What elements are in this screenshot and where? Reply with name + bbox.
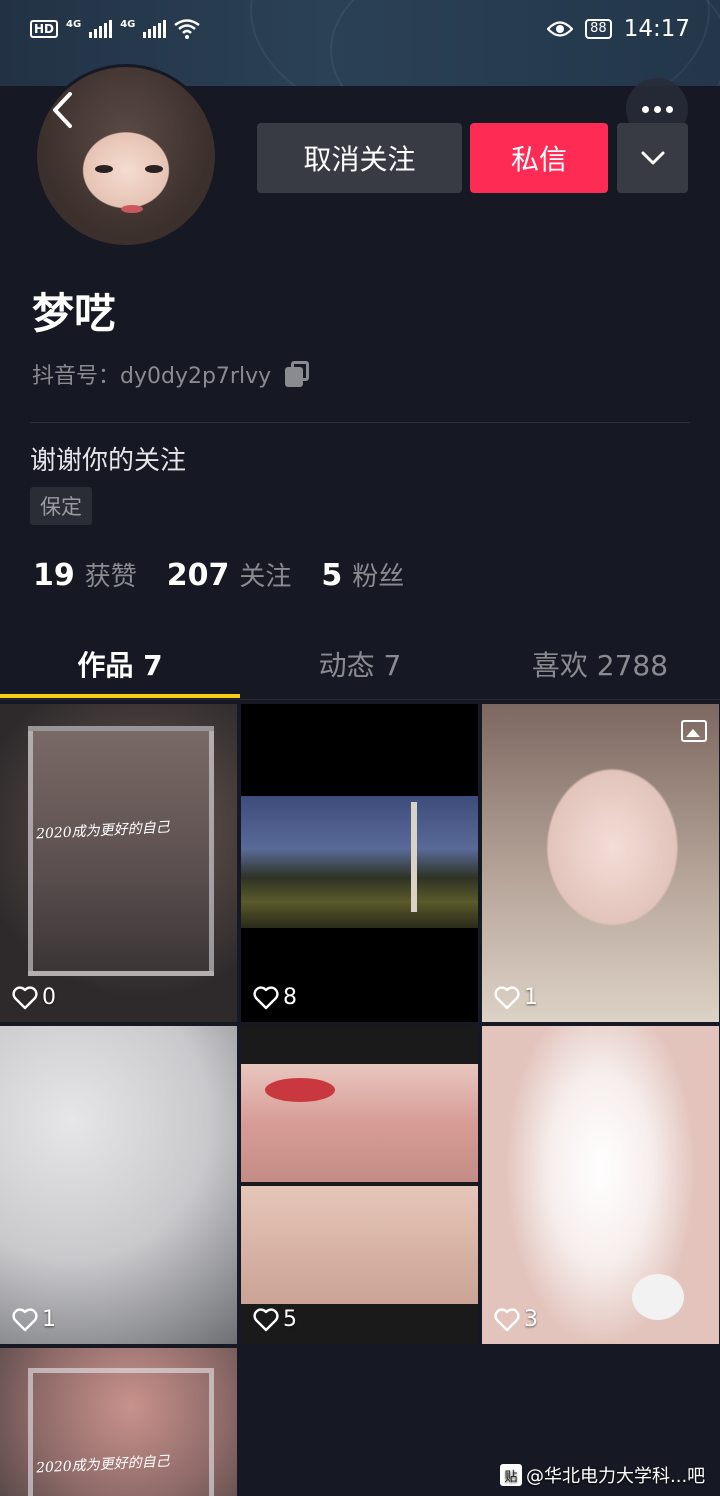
network-type-1: 4G — [66, 19, 82, 30]
video-thumbnail[interactable]: 1 — [0, 1026, 237, 1344]
watermark-text: @华北电力大学科...吧 — [526, 1466, 706, 1487]
like-count-value: 3 — [524, 1307, 538, 1332]
location-tag: 保定 — [30, 487, 92, 525]
tieba-logo-icon: 贴 — [500, 1464, 522, 1486]
status-bar: HD 4G 4G 88 14:17 — [0, 0, 720, 58]
clock: 14:17 — [623, 16, 690, 42]
dot-icon — [665, 105, 673, 113]
heart-outline-icon — [494, 985, 520, 1009]
photo-icon — [681, 720, 707, 742]
network-type-2: 4G — [120, 19, 136, 30]
like-count: 0 — [12, 985, 56, 1010]
stat-label: 粉丝 — [352, 562, 405, 592]
avatar-detail — [121, 205, 143, 213]
video-thumbnail[interactable]: 2020成为更好的自己 0 — [0, 704, 237, 1022]
douyin-id-text: 抖音号：dy0dy2p7rlvy — [32, 364, 272, 389]
stat-likes[interactable]: 19 获赞 — [33, 556, 137, 593]
unfollow-button[interactable]: 取消关注 — [257, 123, 462, 193]
content-tabs: 作品 7 动态 7 喜欢 2788 — [0, 628, 720, 700]
like-count: 1 — [494, 985, 538, 1010]
like-count: 8 — [253, 985, 297, 1010]
stat-followers[interactable]: 5 粉丝 — [321, 556, 404, 593]
tab-works[interactable]: 作品 7 — [0, 628, 240, 700]
signal-icon — [143, 20, 167, 38]
stat-following[interactable]: 207 关注 — [167, 556, 292, 593]
like-count-value: 8 — [283, 985, 297, 1010]
dot-icon — [641, 105, 649, 113]
mouse-sticker — [632, 1274, 684, 1320]
stat-number: 19 — [33, 558, 75, 593]
hd-badge: HD — [30, 20, 59, 38]
back-button[interactable] — [32, 80, 92, 140]
heart-outline-icon — [253, 1307, 279, 1331]
battery-indicator: 88 — [585, 19, 612, 39]
nickname: 梦呓 — [32, 289, 117, 338]
eye-icon — [547, 21, 574, 37]
avatar-detail — [95, 165, 113, 173]
stat-number: 5 — [321, 558, 343, 593]
street-lamp — [411, 802, 417, 912]
video-thumbnail[interactable]: 3 — [482, 1026, 719, 1344]
like-count: 5 — [253, 1307, 297, 1332]
video-thumbnail[interactable]: 1 — [482, 704, 719, 1022]
video-thumbnail[interactable]: 2020成为更好的自己 — [0, 1348, 237, 1496]
bio: 谢谢你的关注 — [30, 446, 187, 476]
dot-icon — [653, 105, 661, 113]
like-count-value: 1 — [42, 1307, 56, 1332]
wifi-icon — [174, 19, 201, 39]
tab-moments[interactable]: 动态 7 — [240, 628, 480, 700]
thumbnail-image — [241, 1186, 478, 1304]
watermark: 贴 @华北电力大学科...吧 — [500, 1462, 705, 1488]
douyin-id: 抖音号：dy0dy2p7rlvy — [32, 358, 311, 390]
heart-outline-icon — [12, 985, 38, 1009]
like-count: 1 — [12, 1307, 56, 1332]
heart-outline-icon — [494, 1307, 520, 1331]
thumbnail-frame — [28, 1368, 214, 1496]
active-tab-indicator — [0, 694, 240, 698]
divider — [30, 422, 690, 423]
expand-recommendations-button[interactable] — [617, 123, 688, 193]
like-count: 3 — [494, 1307, 538, 1332]
thumbnail-detail — [265, 1078, 335, 1102]
heart-outline-icon — [253, 985, 279, 1009]
like-count-value: 0 — [42, 985, 56, 1010]
stat-label: 获赞 — [84, 562, 137, 592]
copy-icon[interactable] — [285, 361, 311, 387]
heart-outline-icon — [12, 1307, 38, 1331]
video-thumbnail[interactable]: 5 — [241, 1026, 478, 1344]
chevron-down-icon — [641, 151, 664, 165]
stats-row: 19 获赞 207 关注 5 粉丝 — [33, 556, 404, 593]
like-count-value: 5 — [283, 1307, 297, 1332]
thumbnail-image — [241, 796, 478, 928]
tab-likes[interactable]: 喜欢 2788 — [480, 628, 720, 700]
stat-label: 关注 — [239, 562, 292, 592]
signal-icon — [89, 20, 113, 38]
like-count-value: 1 — [524, 985, 538, 1010]
chevron-left-icon — [53, 92, 72, 128]
video-thumbnail[interactable]: 8 — [241, 704, 478, 1022]
message-button[interactable]: 私信 — [470, 123, 608, 193]
stat-number: 207 — [166, 558, 230, 593]
thumbnail-frame — [28, 726, 214, 976]
avatar-detail — [145, 165, 163, 173]
tabs-divider — [0, 699, 720, 700]
